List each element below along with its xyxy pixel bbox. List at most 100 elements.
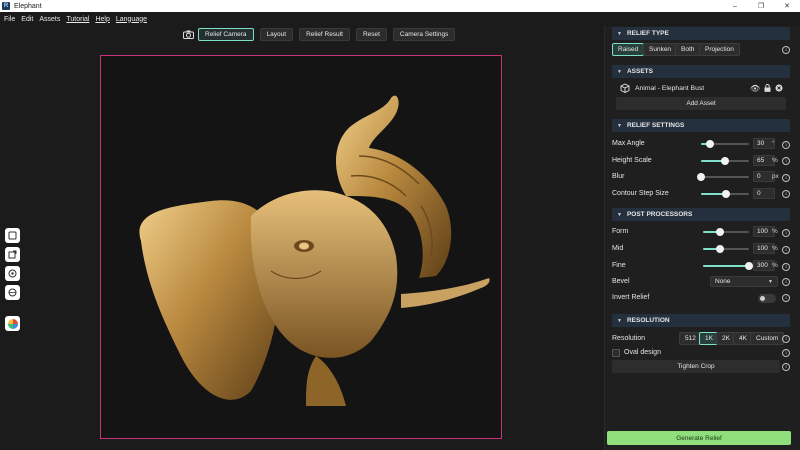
bevel-label: Bevel bbox=[612, 278, 630, 285]
setting-label: Fine bbox=[612, 262, 626, 269]
setting-unit: ° bbox=[772, 140, 775, 147]
select-tool-button[interactable] bbox=[5, 228, 20, 243]
title-bar: R Elephant – ❐ ✕ bbox=[0, 0, 800, 12]
info-icon[interactable]: i bbox=[782, 173, 790, 182]
slider-thumb[interactable] bbox=[745, 262, 753, 270]
relief-result-button[interactable]: Relief Result bbox=[299, 28, 350, 41]
rotate-tool-button[interactable] bbox=[5, 266, 20, 281]
bevel-dropdown[interactable]: None ▼ bbox=[710, 276, 778, 287]
menu-tutorial[interactable]: Tutorial bbox=[66, 16, 89, 23]
close-button[interactable]: ✕ bbox=[774, 0, 800, 12]
minimize-button[interactable]: – bbox=[722, 0, 748, 12]
slider-thumb[interactable] bbox=[715, 245, 724, 253]
chevron-down-icon: ▼ bbox=[617, 30, 622, 37]
info-icon[interactable]: i bbox=[782, 278, 790, 286]
menu-language[interactable]: Language bbox=[116, 16, 147, 23]
remove-icon[interactable] bbox=[775, 84, 783, 92]
app-logo-icon: R bbox=[2, 2, 10, 10]
asset-name: Animal - Elephant Bust bbox=[635, 84, 705, 92]
relief-type-header[interactable]: ▼ RELIEF TYPE bbox=[612, 27, 790, 40]
invert-relief-toggle[interactable] bbox=[758, 294, 776, 303]
eye-icon[interactable]: 👁 bbox=[750, 84, 760, 93]
info-icon[interactable]: i bbox=[782, 140, 790, 149]
setting-slider[interactable] bbox=[697, 173, 749, 181]
relief-camera-button[interactable]: Relief Camera bbox=[198, 28, 254, 41]
resolution-header[interactable]: ▼ RESOLUTION bbox=[612, 314, 790, 327]
relief-type-projection[interactable]: Projection bbox=[699, 43, 740, 56]
slider-thumb[interactable] bbox=[705, 140, 714, 148]
maximize-button[interactable]: ❐ bbox=[748, 0, 774, 12]
relief-settings-header[interactable]: ▼ RELIEF SETTINGS bbox=[612, 119, 790, 132]
transform-tool-button[interactable] bbox=[5, 247, 20, 262]
relief-type-both[interactable]: Both bbox=[675, 43, 701, 56]
slider-thumb[interactable] bbox=[715, 228, 724, 236]
setting-slider[interactable] bbox=[701, 140, 749, 148]
relief-type-sunken[interactable]: Sunken bbox=[643, 43, 678, 56]
generate-relief-button[interactable]: Generate Relief bbox=[607, 431, 791, 445]
color-wheel-icon bbox=[7, 318, 18, 329]
section-title: ASSETS bbox=[626, 68, 653, 75]
info-icon[interactable]: i bbox=[782, 262, 790, 271]
section-title: RELIEF SETTINGS bbox=[626, 122, 685, 129]
info-icon[interactable]: i bbox=[782, 46, 790, 54]
menu-assets[interactable]: Assets bbox=[39, 16, 60, 23]
slider-thumb[interactable] bbox=[697, 173, 705, 181]
menu-bar: File Edit Assets Tutorial Help Language bbox=[0, 12, 604, 26]
menu-file[interactable]: File bbox=[4, 16, 15, 23]
camera-icon[interactable] bbox=[182, 30, 194, 40]
slider-thumb[interactable] bbox=[721, 189, 730, 198]
setting-slider[interactable] bbox=[703, 245, 749, 253]
tighten-crop-button[interactable]: Tighten Crop bbox=[612, 360, 780, 373]
slider-fill bbox=[703, 265, 749, 267]
orbit-tool-button[interactable] bbox=[5, 285, 20, 300]
info-icon[interactable]: i bbox=[782, 363, 790, 371]
reset-button[interactable]: Reset bbox=[355, 28, 387, 41]
oval-design-checkbox[interactable] bbox=[612, 349, 620, 357]
target-icon bbox=[8, 269, 17, 278]
viewport[interactable] bbox=[0, 42, 604, 450]
setting-slider[interactable] bbox=[701, 156, 749, 165]
oval-design-label: Oval design bbox=[624, 349, 661, 356]
camera-settings-button[interactable]: Camera Settings bbox=[392, 28, 456, 41]
info-icon[interactable]: i bbox=[782, 190, 790, 198]
info-icon[interactable]: i bbox=[782, 349, 790, 357]
chevron-down-icon: ▼ bbox=[768, 278, 773, 285]
info-icon[interactable]: i bbox=[782, 157, 790, 165]
slider-thumb[interactable] bbox=[721, 156, 729, 165]
relief-canvas[interactable] bbox=[100, 55, 502, 439]
color-wheel-button[interactable] bbox=[5, 316, 20, 331]
resolution-label: Resolution bbox=[612, 335, 646, 342]
info-icon[interactable]: i bbox=[782, 228, 790, 237]
asset-item[interactable]: Animal - Elephant Bust 👁 bbox=[612, 81, 788, 95]
setting-label: Mid bbox=[612, 245, 624, 252]
info-icon[interactable]: i bbox=[782, 335, 790, 343]
section-title: POST PROCESSORS bbox=[626, 211, 693, 218]
left-toolbar bbox=[5, 228, 20, 335]
invert-relief-label: Invert Relief bbox=[612, 294, 650, 301]
layout-button[interactable]: Layout bbox=[259, 28, 294, 41]
setting-unit: % bbox=[772, 245, 778, 252]
assets-header[interactable]: ▼ ASSETS bbox=[612, 65, 790, 78]
setting-label: Blur bbox=[612, 173, 625, 180]
setting-slider[interactable] bbox=[703, 262, 753, 270]
setting-unit: % bbox=[772, 262, 778, 269]
post-processors-header[interactable]: ▼ POST PROCESSORS bbox=[612, 208, 790, 221]
setting-value-input[interactable]: 0 bbox=[753, 187, 775, 199]
setting-unit: % bbox=[772, 156, 778, 164]
lock-icon[interactable] bbox=[764, 84, 771, 92]
setting-slider[interactable] bbox=[701, 189, 749, 198]
add-asset-button[interactable]: Add Asset bbox=[616, 97, 786, 110]
relief-type-raised[interactable]: Raised bbox=[612, 43, 645, 56]
info-icon[interactable]: i bbox=[782, 294, 790, 302]
chevron-down-icon: ▼ bbox=[617, 211, 622, 218]
menu-help[interactable]: Help bbox=[95, 16, 109, 23]
resolution-custom[interactable]: Custom bbox=[750, 332, 785, 345]
section-title: RELIEF TYPE bbox=[626, 30, 669, 37]
top-toolbar: Relief Camera Layout Relief Result Reset… bbox=[182, 28, 461, 41]
setting-slider[interactable] bbox=[703, 228, 749, 236]
chevron-down-icon: ▼ bbox=[617, 68, 622, 75]
setting-label: Height Scale bbox=[612, 156, 652, 164]
chevron-down-icon: ▼ bbox=[617, 122, 622, 129]
menu-edit[interactable]: Edit bbox=[21, 16, 33, 23]
info-icon[interactable]: i bbox=[782, 245, 790, 254]
